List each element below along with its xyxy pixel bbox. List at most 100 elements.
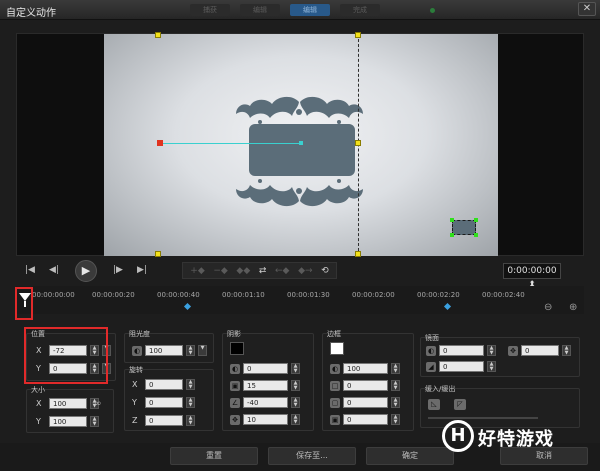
mirror-field-2[interactable]: 0 [439, 361, 484, 372]
border-spinner-3[interactable]: ▲ ▼ [391, 397, 400, 408]
rotation-label: 旋转 [129, 366, 143, 374]
motion-start-point[interactable] [157, 140, 163, 146]
border-color-swatch[interactable] [330, 342, 344, 355]
rotation-x-field[interactable]: 0 [145, 379, 183, 390]
border-spinner-2[interactable]: ▲ ▼ [391, 380, 400, 391]
right-middle-handle[interactable] [355, 140, 361, 146]
prev-frame-button[interactable]: ◀| [46, 263, 62, 277]
link-icon[interactable]: ∞ [94, 399, 102, 409]
prev-keyframe-icon[interactable]: ←◆ [275, 266, 289, 276]
border-row-4: ▣ 0 ▲ ▼ [330, 414, 400, 425]
mirror-field-3[interactable]: 0 [521, 345, 559, 356]
shadow-field-2[interactable]: 15 [243, 380, 288, 391]
border-field-3[interactable]: 0 [343, 397, 388, 408]
border-field-4[interactable]: 0 [343, 414, 388, 425]
opacity-dropdown[interactable]: ▼ [198, 345, 207, 356]
shadow-color-swatch[interactable] [230, 342, 244, 355]
bottom-left-handle[interactable] [155, 251, 161, 257]
mirror-fade-icon: ◢ [426, 361, 436, 372]
ok-button[interactable]: 确定 [366, 447, 454, 465]
mirror-spinner-2[interactable]: ▲ ▼ [487, 361, 496, 372]
keyframe-pair-icon[interactable]: ◆◆ [236, 266, 250, 276]
text-object[interactable] [249, 124, 355, 176]
mirror-field-1[interactable]: 0 [439, 345, 484, 356]
reverse-icon[interactable]: ⇄ [259, 266, 267, 276]
shadow-row-1: ◐ 0 ▲ ▼ [230, 363, 300, 374]
transport-bar: |◀ ◀| ▶ |▶ ▶| +◆ −◆ ◆◆ ⇄ ←◆ ◆→ ⟲ 0:00:00… [16, 258, 584, 290]
shadow-spinner-3[interactable]: ▲ ▼ [291, 397, 300, 408]
zoom-in-icon[interactable]: ⊕ [569, 302, 577, 313]
next-frame-button[interactable]: |▶ [110, 263, 126, 277]
border-spinner-4[interactable]: ▲ ▼ [391, 414, 400, 425]
shadow-row-2: ▣ 15 ▲ ▼ [230, 380, 300, 391]
border-field-2[interactable]: 0 [343, 380, 388, 391]
bg-tab-edit: 编辑 [240, 4, 280, 16]
shadow-distance-icon: ✥ [230, 414, 240, 425]
shadow-field-1[interactable]: 0 [243, 363, 288, 374]
tick-label: 00:00:00:20 [92, 291, 135, 299]
mirror-row-2: ◢ 0 ▲ ▼ [426, 361, 496, 372]
watermark-text: 好特游戏 [478, 429, 554, 450]
border-field-1[interactable]: 100 [343, 363, 388, 374]
opacity-field[interactable]: 100 [145, 345, 183, 356]
size-y-spinner[interactable]: ▲ ▼ [90, 416, 99, 427]
shadow-spinner-4[interactable]: ▲ ▼ [291, 414, 300, 425]
mirror-spinner-3[interactable]: ▲ ▼ [562, 345, 571, 356]
mirror-spinner-1[interactable]: ▲ ▼ [487, 345, 496, 356]
zoom-out-icon[interactable]: ⊖ [544, 302, 552, 313]
ease-in-icon[interactable]: ◺ [428, 399, 440, 410]
timecode-field[interactable]: 0:00:00:00 ⬍ [503, 263, 561, 290]
shadow-field-4[interactable]: 10 [243, 414, 288, 425]
rotation-x-spinner[interactable]: ▲ ▼ [186, 379, 195, 390]
close-button[interactable]: ✕ [578, 2, 596, 16]
top-left-handle[interactable] [155, 32, 161, 38]
background-tabs: 捕获 编辑 编辑 完成 [190, 4, 380, 16]
add-keyframe-icon[interactable]: +◆ [190, 266, 204, 276]
tick-label: 00:00:01:10 [222, 291, 265, 299]
remove-keyframe-icon[interactable]: −◆ [213, 266, 227, 276]
reset-button[interactable]: 重置 [170, 447, 258, 465]
bg-tab-capture: 捕获 [190, 4, 230, 16]
opacity-spinner[interactable]: ▲ ▼ [186, 345, 195, 356]
mini-handle-br[interactable] [474, 233, 478, 237]
mini-handle-tr[interactable] [474, 218, 478, 222]
mirror-opacity-icon: ◐ [426, 345, 436, 356]
end-button[interactable]: ▶| [134, 263, 150, 277]
border-spinner-1[interactable]: ▲ ▼ [391, 363, 400, 374]
border-width-icon: □ [330, 380, 340, 391]
next-keyframe-icon[interactable]: ◆→ [298, 266, 312, 276]
size-x-row: X 100 ▲ ▼ [36, 398, 99, 409]
shadow-spinner-2[interactable]: ▲ ▼ [291, 380, 300, 391]
play-button[interactable]: ▶ [75, 260, 97, 282]
axis-y-label: Y [132, 398, 137, 407]
home-button[interactable]: |◀ [22, 263, 38, 277]
bottom-right-handle[interactable] [355, 251, 361, 257]
title-bar: 自定义动作 捕获 编辑 编辑 完成 ✕ [0, 0, 600, 20]
save-to-button[interactable]: 保存至... [268, 447, 356, 465]
mini-object[interactable] [452, 220, 476, 235]
mini-handle-tl[interactable] [450, 218, 454, 222]
rotation-y-field[interactable]: 0 [145, 397, 183, 408]
size-x-field[interactable]: 100 [49, 398, 87, 409]
keyframe-marker[interactable] [443, 302, 452, 311]
rotation-z-spinner[interactable]: ▲ ▼ [186, 415, 195, 426]
size-y-field[interactable]: 100 [49, 416, 87, 427]
shadow-field-3[interactable]: -40 [243, 397, 288, 408]
preview-canvas[interactable] [104, 32, 498, 257]
tick-label: 00:00:02:00 [352, 291, 395, 299]
mirror-row-3: ✥ 0 ▲ ▼ [508, 345, 571, 356]
timeline-ruler[interactable]: 00:00:00:00 00:00:00:20 00:00:00:40 00:0… [16, 286, 584, 314]
top-right-handle[interactable] [355, 32, 361, 38]
status-dot-icon [430, 8, 435, 13]
mini-handle-bl[interactable] [450, 233, 454, 237]
motion-end-point[interactable] [299, 141, 303, 145]
rotation-y-spinner[interactable]: ▲ ▼ [186, 397, 195, 408]
reset-keyframe-icon[interactable]: ⟲ [321, 266, 329, 276]
ease-out-icon[interactable]: ◸ [454, 399, 466, 410]
axis-x-label: X [132, 380, 138, 389]
rotation-z-field[interactable]: 0 [145, 415, 183, 426]
fade-slider[interactable] [428, 417, 538, 419]
shadow-spinner-1[interactable]: ▲ ▼ [291, 363, 300, 374]
keyframe-marker[interactable] [183, 302, 192, 311]
border-row-3: ▢ 0 ▲ ▼ [330, 397, 400, 408]
